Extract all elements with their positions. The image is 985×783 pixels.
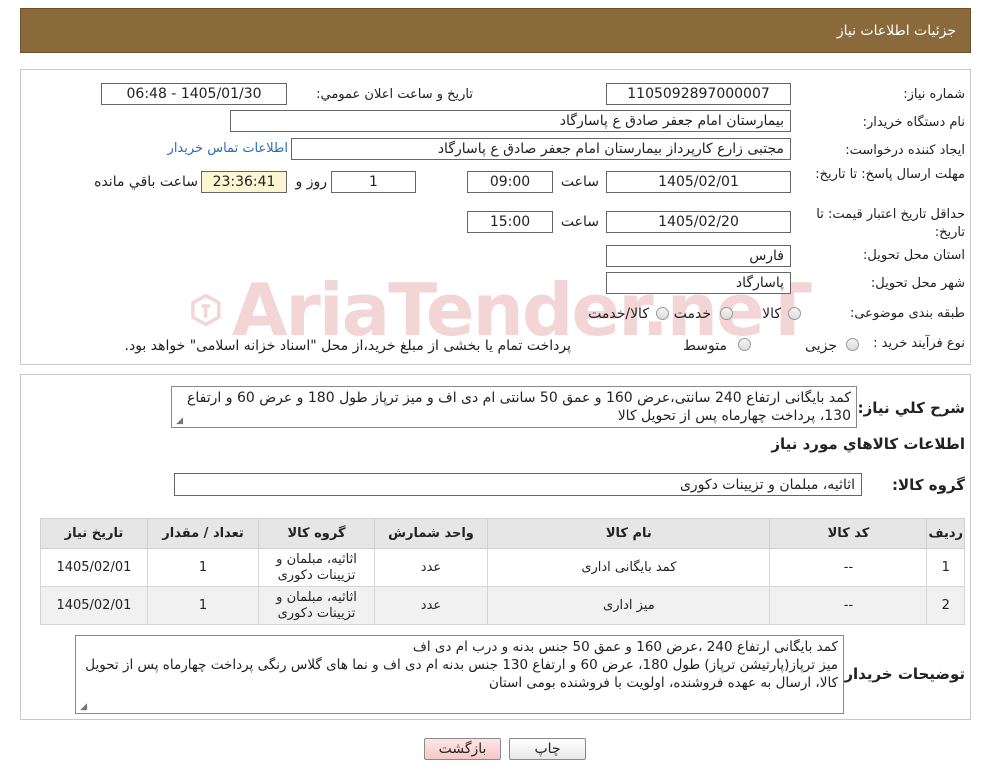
goods-table-header: رديف کد کالا نام کالا واحد شمارش گروه کا… — [40, 518, 965, 549]
page-title: جزئيات اطلاعات نياز — [836, 22, 956, 39]
validity-time-label: ساعت — [560, 214, 599, 230]
summary-label: شرح کلي نياز: — [857, 399, 965, 417]
col-unit: واحد شمارش — [373, 518, 489, 549]
category-label: طبقه بندی موضوعی: — [849, 306, 965, 321]
province-label: استان محل تحویل: — [863, 248, 965, 263]
cell-name: میز اداری — [487, 586, 771, 625]
cell-date: 1405/02/01 — [40, 586, 148, 625]
reply-date-field: 1405/02/01 — [606, 171, 791, 193]
cell-code: -- — [769, 586, 928, 625]
days-word: روز و — [295, 174, 328, 190]
table-row: 2 -- میز اداری عدد اثاثیه، مبلمان و تزیی… — [40, 586, 965, 625]
reply-time-field: 09:00 — [467, 171, 553, 193]
cell-group: اثاثیه، مبلمان و تزیینات دکوری — [258, 586, 375, 625]
buyer-contact-link[interactable]: اطلاعات تماس خریدار — [168, 141, 288, 156]
category-radio-goods[interactable] — [788, 307, 801, 320]
reply-deadline-label: مهلت ارسال پاسخ: تا تاریخ: — [815, 167, 965, 182]
remaining-time-field: 23:36:41 — [201, 171, 287, 193]
category-option-goods: کالا — [762, 306, 781, 322]
cell-date: 1405/02/01 — [40, 548, 148, 587]
days-remaining-field: 1 — [331, 171, 416, 193]
col-group: گروه کالا — [258, 518, 375, 549]
category-option-service: خدمت — [673, 306, 711, 322]
city-label: شهر محل تحویل: — [870, 276, 965, 291]
creator-field: مجتبی زارع کارپرداز بیمارستان امام جعفر … — [291, 138, 791, 160]
buyer-org-label: نام دستگاه خریدار: — [862, 115, 965, 130]
process-treasury-note: پرداخت تمام یا بخشی از مبلغ خرید،از محل … — [124, 338, 571, 354]
process-label: نوع فرآیند خرید : — [873, 336, 965, 351]
page-header: جزئيات اطلاعات نياز — [20, 8, 971, 53]
need-number-field: 1105092897000007 — [606, 83, 791, 105]
cell-unit: عدد — [373, 586, 489, 625]
reply-time-label: ساعت — [560, 174, 599, 190]
summary-textarea[interactable]: کمد بایگانی ارتفاع 240 سانتی،عرض 160 و ع… — [171, 386, 857, 428]
need-number-label: شماره نیاز: — [903, 87, 965, 102]
back-button[interactable]: بازگشت — [424, 738, 501, 760]
goods-group-field: اثاثیه، مبلمان و تزیینات دکوری — [174, 473, 862, 496]
validity-label: حداقل تاریخ اعتبار قیمت: تا تاریخ: — [816, 207, 965, 240]
cell-qty: 1 — [146, 548, 260, 587]
creator-label: ایجاد کننده درخواست: — [845, 143, 965, 158]
cell-qty: 1 — [146, 586, 260, 625]
remaining-time-label: ساعت باقي مانده — [94, 174, 198, 190]
category-option-goods-service: کالا/خدمت — [588, 306, 649, 322]
validity-time-field: 15:00 — [467, 211, 553, 233]
goods-table: رديف کد کالا نام کالا واحد شمارش گروه کا… — [40, 518, 965, 625]
cell-row: 1 — [926, 548, 965, 587]
validity-date-field: 1405/02/20 — [606, 211, 791, 233]
cell-name: کمد بایگانی اداری — [487, 548, 771, 587]
col-qty: تعداد / مقدار — [146, 518, 260, 549]
print-button[interactable]: چاپ — [509, 738, 586, 760]
col-code: کد کالا — [769, 518, 928, 549]
goods-section-title: اطلاعات کالاهاي مورد نياز — [771, 435, 965, 453]
process-radio-medium[interactable] — [738, 338, 751, 351]
cell-group: اثاثیه، مبلمان و تزیینات دکوری — [258, 548, 375, 587]
buyer-org-field: بیمارستان امام جعفر صادق ع پاسارگاد — [230, 110, 791, 132]
resize-handle-icon[interactable]: ◢ — [174, 417, 183, 426]
col-row: رديف — [926, 518, 965, 549]
cell-code: -- — [769, 548, 928, 587]
process-option-minor: جزیی — [805, 338, 837, 354]
buyer-notes-line: میز ترپاز(پارتیشن ترپاز) طول 180، عرض 60… — [85, 657, 838, 691]
province-field: فارس — [606, 245, 791, 267]
col-date: تاريخ نياز — [40, 518, 148, 549]
summary-text: کمد بایگانی ارتفاع 240 سانتی،عرض 160 و ع… — [187, 390, 851, 424]
buyer-notes-line: کمد بایگانی ارتفاع 240 ،عرض 160 و عمق 50… — [412, 639, 838, 655]
city-field: پاسارگاد — [606, 272, 791, 294]
buyer-notes-textarea[interactable]: کمد بایگانی ارتفاع 240 ،عرض 160 و عمق 50… — [75, 635, 844, 714]
cell-row: 2 — [926, 586, 965, 625]
resize-handle-icon[interactable]: ◢ — [78, 703, 87, 712]
announce-label: تاريخ و ساعت اعلان عمومي: — [316, 87, 473, 102]
buyer-notes-label: توضیحات خریدار: — [838, 665, 965, 683]
table-row: 1 -- کمد بایگانی اداری عدد اثاثیه، مبلما… — [40, 548, 965, 587]
process-option-medium: متوسط — [683, 338, 727, 354]
col-name: نام کالا — [487, 518, 771, 549]
goods-group-label: گروه کالا: — [892, 476, 965, 494]
process-radio-minor[interactable] — [846, 338, 859, 351]
category-radio-service[interactable] — [720, 307, 733, 320]
category-radio-goods-service[interactable] — [656, 307, 669, 320]
announce-date-field: 1405/01/30 - 06:48 — [101, 83, 287, 105]
cell-unit: عدد — [373, 548, 489, 587]
